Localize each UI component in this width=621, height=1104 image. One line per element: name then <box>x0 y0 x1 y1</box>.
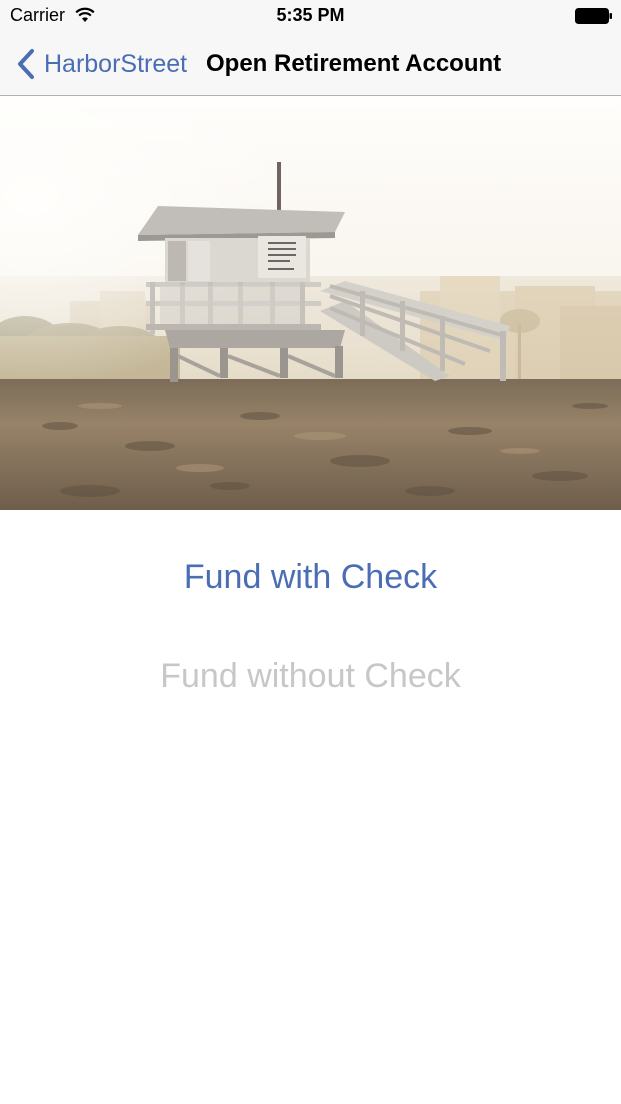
back-button[interactable]: HarborStreet <box>16 32 187 96</box>
navigation-bar: HarborStreet Open Retirement Account <box>0 32 621 96</box>
hero-photo <box>0 96 621 510</box>
battery-icon <box>575 8 612 24</box>
status-bar: Carrier 5:35 PM <box>0 0 621 32</box>
chevron-left-icon <box>18 49 34 79</box>
back-button-label: HarborStreet <box>44 49 188 78</box>
status-time: 5:35 PM <box>276 5 345 25</box>
screen: Carrier 5:35 PM HarborStreet Open Retire… <box>0 0 621 1104</box>
fund-without-check-button[interactable]: Fund without Check <box>0 657 621 696</box>
page-title: Open Retirement Account <box>206 50 502 77</box>
lifeguard-tower-illustration <box>0 96 621 510</box>
fund-with-check-button[interactable]: Fund with Check <box>0 558 621 597</box>
